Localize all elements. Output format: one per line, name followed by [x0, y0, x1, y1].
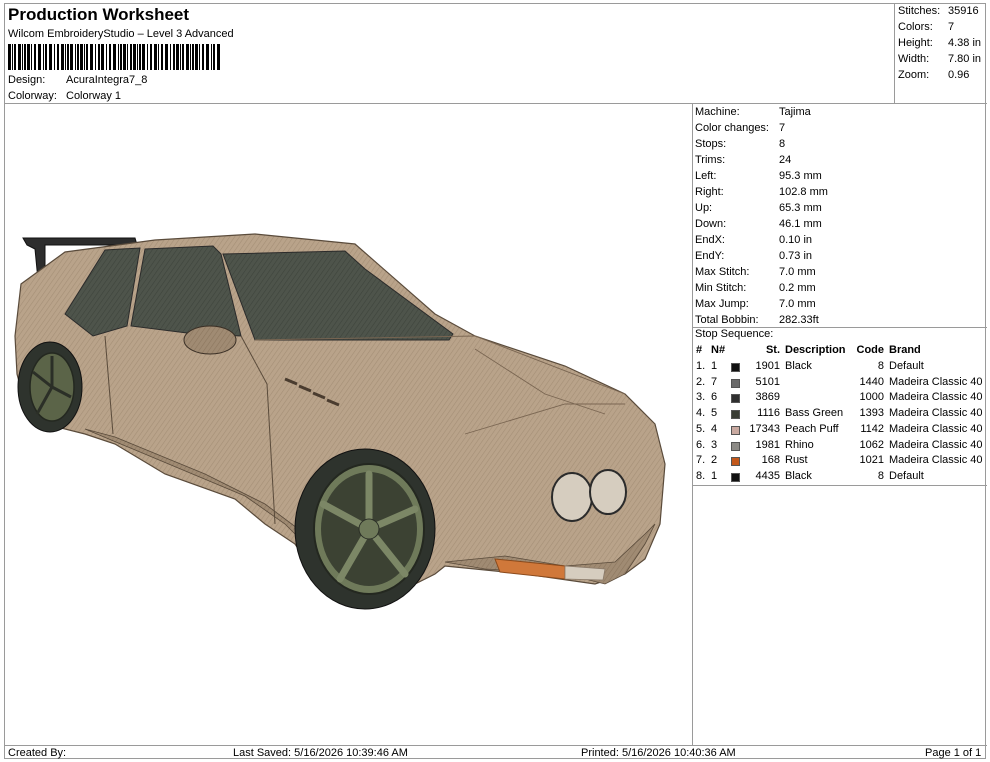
- software-name: Wilcom EmbroideryStudio – Level 3 Advanc…: [8, 28, 234, 40]
- design-row: Design: AcuraIntegra7_8: [8, 74, 147, 86]
- colorway-value: Colorway 1: [66, 90, 122, 102]
- windshield: [222, 250, 454, 341]
- table-row: 6. 3 1981 Rhino 1062 Madeira Classic 40: [696, 438, 983, 451]
- design-value: AcuraIntegra7_8: [66, 74, 148, 86]
- machine-info-panel: Machine: Tajima Color changes: 7 Stops: 8 T…: [693, 104, 987, 745]
- stop-sequence-title: Stop Sequence:: [695, 328, 774, 340]
- headlight-right: [589, 469, 627, 515]
- design-preview: [5, 104, 693, 745]
- table-header: # N# St. Description Code Brand: [696, 344, 921, 356]
- stat-zoom: Zoom: 0.96: [898, 69, 970, 81]
- table-row: 5. 4 17343 Peach Puff 1142 Madeira Classic 40: [696, 422, 983, 435]
- table-row: 2. 7 5101 1440 Madeira Classic 40: [696, 375, 983, 388]
- color-swatch: [731, 378, 740, 388]
- page-title: Production Worksheet: [8, 5, 190, 24]
- design-label: Design:: [8, 74, 46, 86]
- divider: [693, 485, 987, 486]
- color-swatch: [731, 441, 740, 451]
- page-number: Page 1 of 1: [925, 747, 982, 759]
- color-swatch: [731, 363, 740, 372]
- table-row: 7. 2 168 Rust 1021 Madeira Classic 40: [696, 454, 983, 467]
- stat-width: Width: 7.80 in: [898, 53, 982, 65]
- color-swatch: [731, 472, 740, 482]
- stat-stitches: Stitches: 35916: [898, 5, 979, 17]
- color-swatch: [731, 457, 740, 467]
- colorway-row: Colorway: Colorway 1: [8, 90, 121, 102]
- car-embroidery-image: [14, 233, 666, 610]
- color-swatch: [731, 410, 740, 420]
- stat-height: Height: 4.38 in: [898, 37, 982, 49]
- stat-colors: Colors: 7: [898, 21, 955, 33]
- color-swatch: [731, 425, 740, 435]
- barcode-icon: [8, 44, 220, 70]
- headlight-left: [551, 472, 593, 522]
- side-mirror: [183, 325, 237, 355]
- stats-panel: Stitches: 35916 Colors: 7 Height: 4.38 in W…: [895, 4, 987, 104]
- table-row: 4. 5 1116 Bass Green 1393 Madeira Classic 40: [696, 407, 983, 420]
- table-row: 3. 6 3869 1000 Madeira Classic 40: [696, 391, 983, 404]
- colorway-label: Colorway:: [8, 90, 57, 102]
- last-saved: Last Saved: 5/16/2026 10:39:46 AM: [233, 747, 408, 759]
- header: Production Worksheet Wilcom EmbroiderySt…: [5, 4, 895, 104]
- created-by: Created By:: [8, 747, 67, 759]
- footer: Created By: Last Saved: 5/16/2026 10:39:…: [5, 745, 987, 759]
- printed-date: Printed: 5/16/2026 10:40:36 AM: [581, 747, 736, 759]
- worksheet: Production Worksheet Wilcom EmbroiderySt…: [4, 3, 987, 759]
- color-swatch: [731, 394, 740, 404]
- table-row: 8. 1 4435 Black 8 Default: [696, 469, 924, 482]
- table-row: 1. 1 1901 Black 8 Default: [696, 360, 924, 372]
